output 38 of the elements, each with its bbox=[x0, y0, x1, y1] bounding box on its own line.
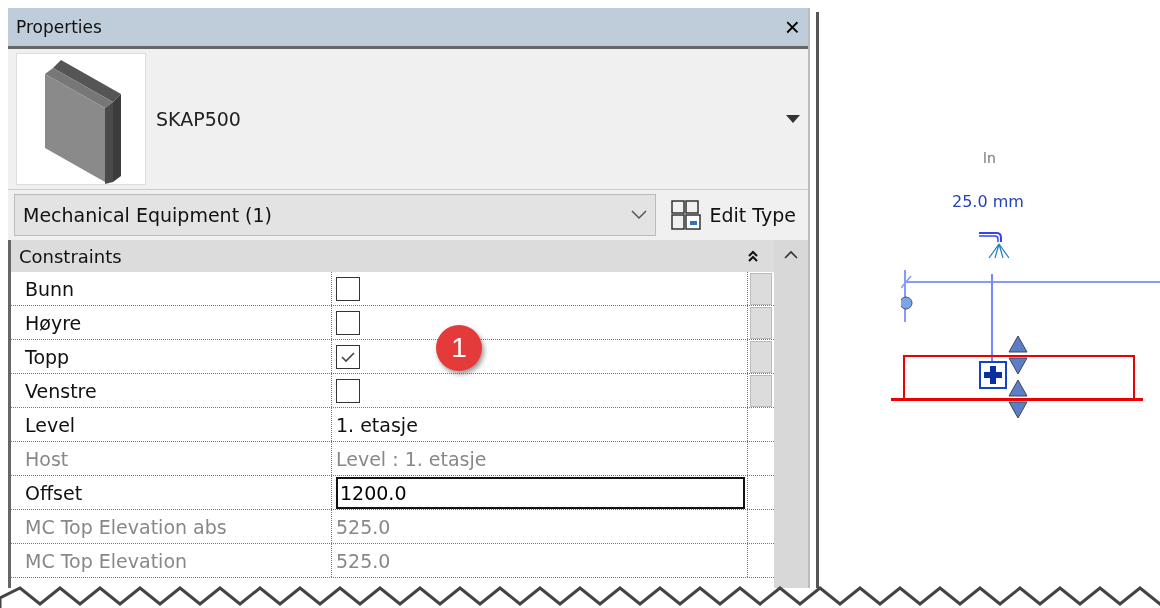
group-header[interactable]: Constraints bbox=[11, 240, 774, 272]
category-value: Mechanical Equipment (1) bbox=[23, 204, 273, 226]
chevron-down-icon bbox=[630, 210, 647, 220]
checkbox[interactable] bbox=[336, 378, 360, 403]
property-label: Level bbox=[11, 408, 332, 441]
property-label: Host bbox=[11, 442, 332, 475]
close-button[interactable]: × bbox=[784, 14, 800, 40]
connector-label: ln bbox=[983, 150, 996, 166]
sprinkler-icon bbox=[977, 230, 1009, 260]
check-mark-icon bbox=[339, 349, 357, 364]
checkbox[interactable] bbox=[336, 344, 360, 369]
property-value: Level : 1. etasje bbox=[336, 447, 487, 470]
property-label: Bunn bbox=[11, 272, 332, 305]
property-input[interactable]: 1200.0 bbox=[336, 476, 745, 509]
flip-arrows-icon[interactable] bbox=[1008, 336, 1028, 420]
group-title: Constraints bbox=[19, 245, 122, 267]
checkbox[interactable] bbox=[336, 310, 360, 335]
scroll-up-icon[interactable] bbox=[783, 250, 799, 260]
category-dropdown[interactable]: Mechanical Equipment (1) bbox=[14, 194, 656, 236]
edit-type-button[interactable]: Edit Type bbox=[663, 199, 802, 231]
edit-type-icon bbox=[669, 199, 702, 231]
property-label: Topp bbox=[11, 340, 332, 373]
property-label: Venstre bbox=[11, 374, 332, 407]
property-label: MC Top Elevation abs bbox=[11, 510, 332, 543]
property-label: MC Top Elevation bbox=[11, 544, 332, 577]
property-value: 525.0 bbox=[336, 515, 391, 538]
type-selector[interactable]: SKAP500 bbox=[8, 49, 808, 190]
property-label: Offset bbox=[11, 476, 332, 509]
type-name: SKAP500 bbox=[156, 108, 242, 130]
move-grip-icon[interactable] bbox=[979, 361, 1007, 389]
dimension-label: 25.0 mm bbox=[952, 192, 1024, 211]
checkbox[interactable] bbox=[336, 276, 360, 301]
scrollbar[interactable] bbox=[774, 240, 808, 588]
property-value: 525.0 bbox=[336, 549, 391, 572]
dropdown-arrow-icon bbox=[786, 115, 800, 123]
property-value: 1. etasje bbox=[336, 413, 418, 436]
panel-title: Properties bbox=[16, 17, 102, 37]
property-label: Høyre bbox=[11, 306, 332, 339]
